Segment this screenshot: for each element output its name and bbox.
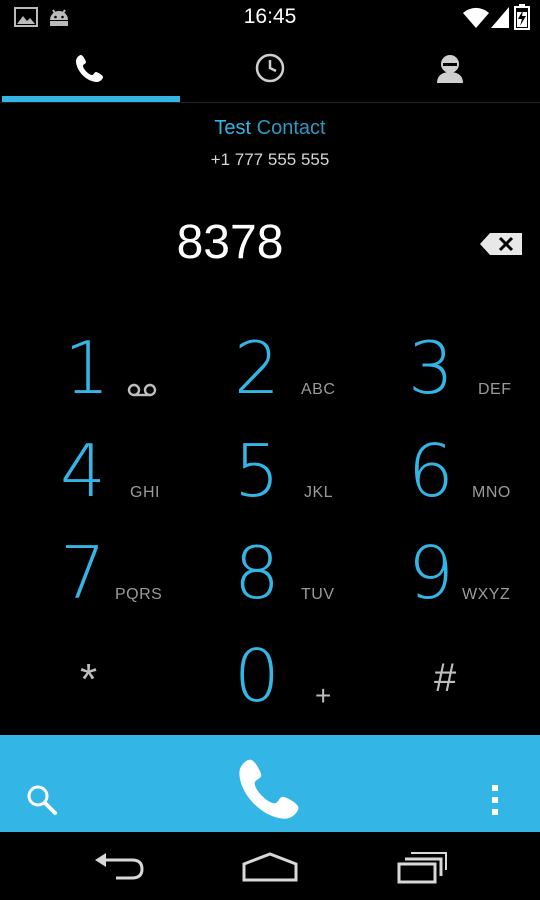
dial-key-1[interactable]: 1 (0, 318, 180, 420)
key-letters: TUV (301, 586, 335, 603)
key-letters: PQRS (115, 586, 163, 603)
status-clock: 16:45 (243, 5, 297, 28)
key-letters: ABC (301, 381, 336, 398)
back-button[interactable] (92, 850, 146, 884)
tab-contacts[interactable] (360, 36, 540, 104)
key-letters: GHI (130, 484, 160, 501)
cell-signal-icon (490, 5, 510, 33)
tab-recent[interactable] (180, 36, 360, 104)
dial-key-7[interactable]: 7 PQRS (0, 523, 180, 625)
search-button[interactable] (24, 783, 64, 819)
key-digit: 8 (234, 531, 280, 615)
dial-key-2[interactable]: 2 ABC (180, 318, 360, 420)
key-digit: 1 (64, 326, 110, 410)
navigation-bar (0, 832, 540, 900)
key-digit: 9 (408, 531, 454, 615)
key-digit: 0 (234, 634, 280, 718)
key-letters: DEF (478, 381, 512, 398)
key-letters: MNO (472, 484, 511, 501)
key-digit: 4 (60, 429, 106, 513)
phone-icon (74, 52, 106, 88)
dial-key-star[interactable]: * (0, 626, 180, 728)
dial-key-8[interactable]: 8 TUV (180, 523, 360, 625)
dial-key-pound[interactable]: # (360, 626, 540, 728)
key-digit: 5 (234, 429, 280, 513)
dial-key-9[interactable]: 9 WXYZ (360, 523, 540, 625)
key-digit: # (434, 656, 457, 700)
contact-suggestion-number[interactable]: +1 777 555 555 (0, 150, 540, 170)
key-digit: 3 (408, 326, 454, 410)
battery-charging-icon (514, 4, 530, 34)
overflow-menu-icon (486, 785, 504, 823)
status-bar: 16:45 (0, 0, 540, 36)
overflow-menu-button[interactable] (486, 783, 504, 819)
home-icon (241, 852, 299, 888)
key-letters: + (315, 680, 332, 711)
backspace-button[interactable] (478, 230, 524, 258)
dial-key-4[interactable]: 4 GHI (0, 421, 180, 523)
home-button[interactable] (241, 850, 299, 884)
call-button[interactable] (235, 753, 305, 823)
tab-dialer[interactable] (0, 36, 180, 104)
clock-icon (254, 52, 286, 88)
recent-apps-button[interactable] (396, 850, 448, 884)
person-icon (434, 52, 466, 88)
voicemail-icon (127, 382, 157, 401)
key-digit: * (80, 655, 98, 704)
key-letters: JKL (304, 484, 334, 501)
back-icon (92, 853, 146, 888)
search-icon (24, 785, 64, 823)
contact-suggestion-name[interactable]: Test Contact (0, 117, 540, 140)
key-digit: 6 (408, 429, 454, 513)
dial-key-5[interactable]: 5 JKL (180, 421, 360, 523)
dial-key-6[interactable]: 6 MNO (360, 421, 540, 523)
tab-divider (0, 102, 540, 103)
wifi-icon (462, 5, 490, 33)
key-letters: WXYZ (462, 586, 511, 603)
key-digit: 2 (234, 326, 280, 410)
contact-name-rest: Contact (251, 117, 326, 139)
dialer-action-bar (0, 735, 540, 832)
dialed-digits-field[interactable]: 8378 (0, 215, 460, 270)
dialpad: 1 2 ABC 3 DEF 4 GHI 5 JKL 6 MNO 7 PQRS 8… (0, 318, 540, 728)
dial-key-3[interactable]: 3 DEF (360, 318, 540, 420)
key-digit: 7 (60, 531, 106, 615)
dial-key-0[interactable]: 0 + (180, 626, 360, 728)
phone-call-icon (235, 759, 305, 827)
recent-apps-icon (396, 852, 448, 888)
backspace-icon (478, 233, 524, 262)
contact-name-match: Test (214, 117, 252, 139)
tab-bar (0, 36, 540, 104)
